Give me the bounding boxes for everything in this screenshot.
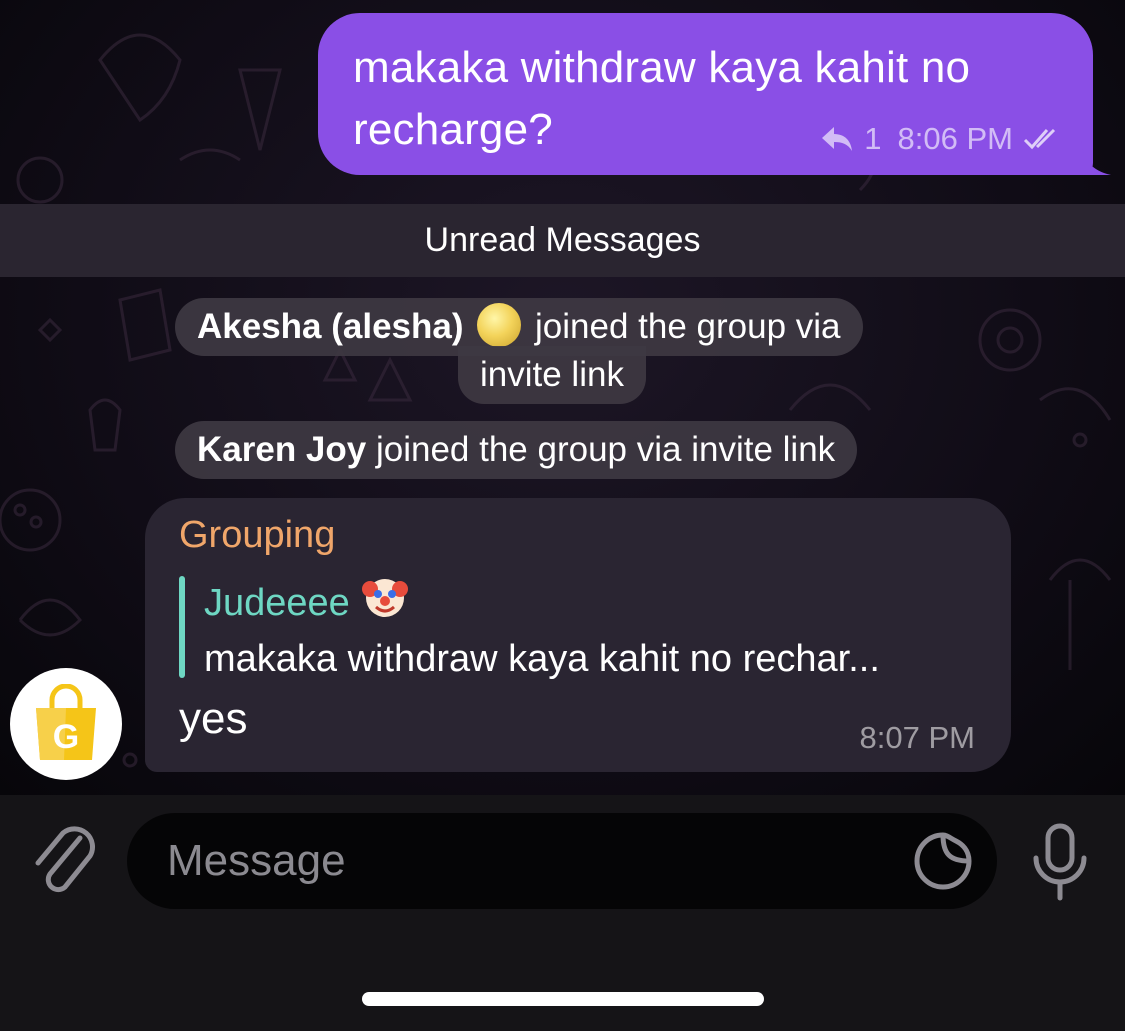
avatar[interactable]: G (10, 668, 122, 780)
unread-messages-divider: Unread Messages (0, 204, 1125, 277)
incoming-message-bubble[interactable]: Grouping Judeeee makaka withdraw kaya ka… (145, 498, 1011, 772)
message-time: 8:07 PM (859, 720, 975, 755)
message-meta: 1 8:06 PM (820, 121, 1065, 157)
microphone-icon (1033, 823, 1087, 901)
service-message-join-continued: invite link (458, 346, 646, 404)
bubble-tail (1081, 141, 1111, 175)
member-name[interactable]: Akesha (alesha) (197, 307, 464, 346)
attach-button[interactable] (30, 818, 98, 900)
service-text: invite link (480, 355, 624, 394)
clown-face-emoji (361, 574, 408, 632)
voice-message-button[interactable] (1030, 822, 1090, 902)
reply-arrow-icon[interactable] (820, 125, 854, 153)
service-text: joined the group via (535, 307, 841, 346)
reply-text: makaka withdraw kaya kahit no rechar... (204, 638, 880, 680)
reply-author-name: Judeeee (204, 582, 350, 624)
reply-preview[interactable]: Judeeee makaka withdraw kaya kahit no re… (179, 574, 979, 680)
avatar-letter: G (53, 718, 79, 756)
message-input-container[interactable] (127, 813, 997, 909)
paperclip-icon (35, 826, 95, 893)
reply-accent-bar (179, 576, 185, 678)
unread-label: Unread Messages (424, 221, 701, 259)
reply-count[interactable]: 1 (864, 121, 881, 157)
service-message-join: Karen Joy joined the group via invite li… (175, 421, 858, 479)
outgoing-message-bubble[interactable]: makaka withdraw kaya kahit no recharge? … (318, 13, 1111, 175)
sticker-icon (914, 832, 972, 890)
home-indicator[interactable] (362, 992, 764, 1006)
message-input[interactable] (167, 836, 867, 886)
double-check-icon (1023, 126, 1065, 152)
member-name[interactable]: Karen Joy (197, 430, 366, 469)
shopping-bag-icon: G (36, 684, 96, 760)
chat-area[interactable]: makaka withdraw kaya kahit no recharge? … (0, 0, 1125, 795)
message-time: 8:06 PM (897, 121, 1013, 156)
sender-name[interactable]: Grouping (179, 514, 335, 557)
service-text: joined the group via invite link (375, 430, 836, 469)
reply-author: Judeeee (204, 574, 979, 632)
sticker-button[interactable] (912, 830, 974, 892)
full-moon-emoji (477, 303, 522, 347)
incoming-message-text: yes (179, 694, 248, 743)
